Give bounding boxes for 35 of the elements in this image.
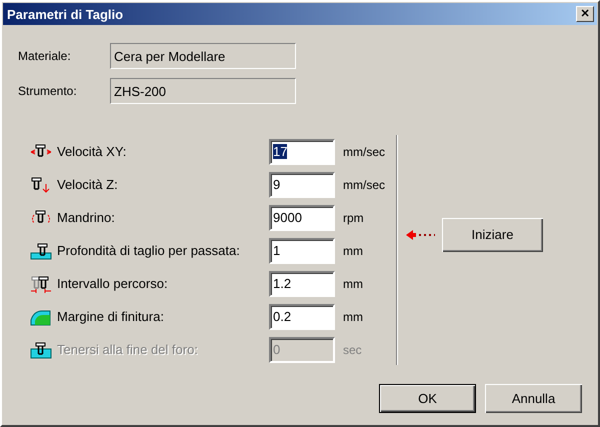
tool-arrow-down-icon (30, 176, 52, 194)
input-field[interactable]: 17 (269, 138, 335, 164)
field-label: Intervallo percorso: (57, 276, 169, 291)
field-label: Velocità Z: (57, 177, 119, 192)
tool-block-icon (30, 340, 52, 358)
ok-button[interactable]: OK (379, 384, 476, 413)
field-label: Velocità XY: (57, 144, 128, 159)
readonly-field: ZHS-200 (110, 78, 296, 104)
unit-label: mm/sec (343, 178, 385, 192)
unit-label: rpm (343, 210, 364, 224)
tools-gap-icon (30, 274, 52, 292)
unit-label: sec (343, 342, 362, 356)
input-field[interactable]: 9 (269, 172, 335, 198)
unit-label: mm/sec (343, 144, 385, 158)
curved-margin-icon (30, 308, 52, 326)
window-title: Parametri di Taglio (7, 6, 124, 22)
unit-label: mm (343, 310, 363, 324)
input-field[interactable]: 0.2 (269, 304, 335, 330)
field-label: Strumento: (18, 84, 78, 98)
field-label: Tenersi alla fine del foro: (57, 342, 199, 357)
tool-block-icon (30, 242, 52, 260)
field-label: Mandrino: (57, 210, 116, 225)
dotted-arrow-icon (406, 228, 436, 240)
input-field[interactable]: 1.2 (269, 270, 335, 296)
field-label: Materiale: (18, 49, 72, 63)
input-field[interactable]: 9000 (269, 204, 335, 230)
field-label: Profondità di taglio per passata: (57, 243, 241, 258)
cancel-button[interactable]: Annulla (485, 384, 582, 413)
close-button[interactable]: ✕ (576, 6, 594, 22)
readonly-field: Cera per Modellare (110, 43, 296, 69)
field-label: Margine di finitura: (57, 309, 165, 324)
unit-label: mm (343, 276, 363, 290)
input-field[interactable]: 1 (269, 238, 335, 264)
start-button[interactable]: Iniziare (442, 218, 543, 252)
unit-label: mm (343, 244, 363, 258)
